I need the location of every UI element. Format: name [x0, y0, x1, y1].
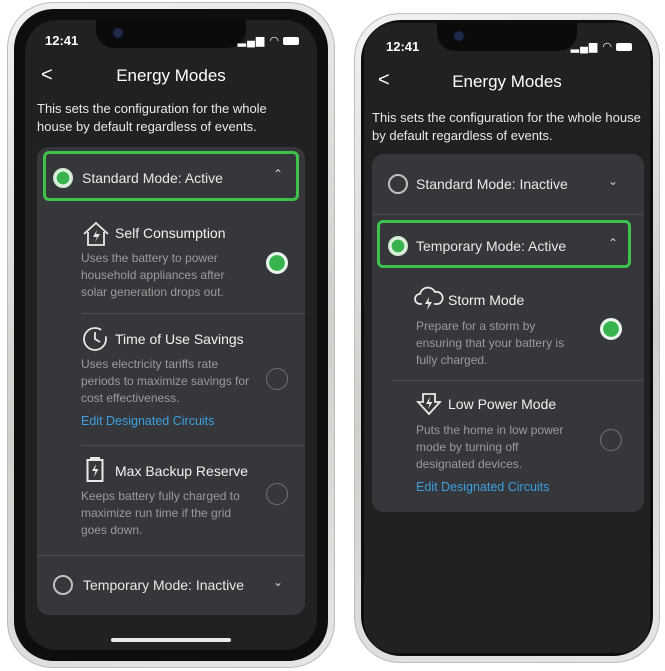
option-title: Low Power Mode: [448, 396, 557, 412]
divider: [392, 380, 644, 381]
temporary-mode-row[interactable]: Temporary Mode: Inactive ⌄: [37, 557, 305, 613]
option-time-of-use[interactable]: Time of Use Savings Uses electricity tar…: [37, 315, 305, 445]
storm-cloud-icon: [414, 286, 444, 310]
battery-status-icon: [283, 37, 299, 46]
battery-icon: [86, 457, 104, 482]
option-title: Max Backup Reserve: [115, 463, 249, 479]
divider: [81, 445, 305, 446]
option-storm-mode[interactable]: Storm Mode Prepare for a storm by ensuri…: [372, 276, 644, 380]
option-title: Storm Mode: [448, 292, 525, 308]
storm-mode-radio[interactable]: [600, 318, 622, 340]
page-title: Energy Modes: [116, 66, 226, 85]
edit-designated-circuits-link[interactable]: Edit Designated Circuits: [81, 414, 214, 428]
temporary-mode-highlight: [377, 220, 631, 268]
standard-mode-row[interactable]: Standard Mode: Inactive ⌄: [372, 154, 644, 214]
standard-mode-highlight: [43, 151, 299, 201]
standard-mode-label: Standard Mode: Inactive: [416, 176, 568, 192]
max-backup-radio[interactable]: [266, 483, 288, 505]
clock-icon: [83, 327, 107, 351]
signal-wifi-icon: ▂▄▆ ◠: [237, 35, 280, 47]
standard-mode-radio[interactable]: [388, 174, 408, 194]
option-low-power[interactable]: Low Power Mode Puts the home in low powe…: [372, 382, 644, 506]
option-title: Self Consumption: [115, 225, 226, 241]
status-icons: ▂▄▆ ◠: [238, 34, 299, 47]
left-screen: 12:41 ▂▄▆ ◠ < Energy Modes This sets the…: [25, 20, 317, 650]
notch: [96, 20, 246, 48]
option-description: Keeps battery fully charged to maximize …: [81, 489, 240, 537]
chevron-down-icon[interactable]: ⌄: [273, 575, 283, 589]
edit-designated-circuits-link[interactable]: Edit Designated Circuits: [416, 480, 549, 494]
left-phone: 12:41 ▂▄▆ ◠ < Energy Modes This sets the…: [7, 2, 335, 668]
option-self-consumption[interactable]: Self Consumption Uses the battery to pow…: [37, 209, 305, 309]
low-power-radio[interactable]: [600, 429, 622, 451]
battery-status-icon: [616, 43, 632, 52]
notch: [437, 23, 577, 51]
page-title: Energy Modes: [452, 72, 562, 91]
signal-wifi-icon: ▂▄▆ ◠: [570, 41, 613, 53]
right-screen: 12:41 ▂▄▆ ◠ < Energy Modes This sets the…: [364, 23, 650, 653]
temporary-mode-radio[interactable]: [53, 575, 73, 595]
home-indicator[interactable]: [111, 638, 231, 642]
time-of-use-radio[interactable]: [266, 368, 288, 390]
status-icons: ▂▄▆ ◠: [571, 40, 632, 53]
page-description: This sets the configuration for the whol…: [37, 101, 267, 134]
divider: [37, 555, 305, 556]
divider: [81, 313, 305, 314]
option-max-backup[interactable]: Max Backup Reserve Keeps battery fully c…: [37, 447, 305, 557]
temporary-mode-label: Temporary Mode: Inactive: [83, 577, 245, 593]
status-time: 12:41: [45, 33, 79, 48]
option-description: Puts the home in low power mode by turni…: [416, 423, 564, 471]
status-time: 12:41: [386, 39, 420, 54]
option-description: Uses electricity tariffs rate periods to…: [81, 357, 250, 405]
modes-card: Standard Mode: Active ⌃ Self Consumption…: [37, 147, 305, 615]
self-consumption-radio[interactable]: [266, 252, 288, 274]
house-solar-icon: [83, 221, 109, 246]
modes-card: Standard Mode: Inactive ⌄ Temporary Mode…: [372, 154, 644, 512]
low-power-icon: [416, 393, 442, 416]
option-description: Uses the battery to power household appl…: [81, 251, 225, 299]
right-phone: 12:41 ▂▄▆ ◠ < Energy Modes This sets the…: [354, 13, 660, 663]
option-title: Time of Use Savings: [115, 331, 244, 347]
camera-icon: [455, 32, 463, 40]
page-description: This sets the configuration for the whol…: [372, 110, 641, 143]
camera-icon: [114, 29, 122, 37]
chevron-down-icon[interactable]: ⌄: [608, 174, 618, 188]
divider: [372, 214, 644, 215]
option-description: Prepare for a storm by ensuring that you…: [416, 319, 565, 367]
